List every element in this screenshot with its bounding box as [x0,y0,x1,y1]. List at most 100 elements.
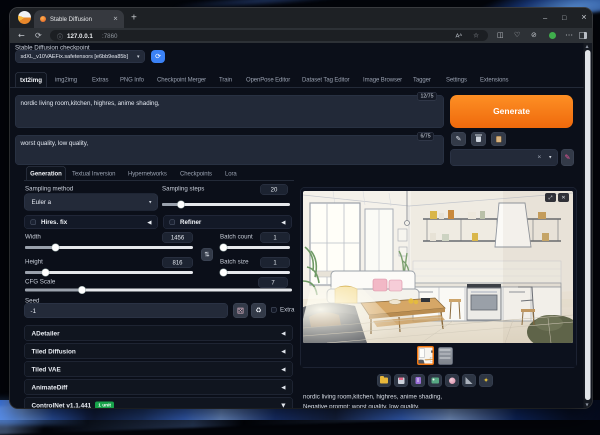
tab-png-info[interactable]: PNG Info [120,76,144,83]
address-bar[interactable]: ⓘ 127.0.0.1 :7860 Aᴬ ☆ [50,30,488,41]
prompt-textarea[interactable]: nordic living room,kitchen, highres, ani… [15,95,444,128]
refiner-toggle[interactable]: Refiner ◀ [163,215,292,229]
checkpoint-dropdown[interactable]: sdXL_v10VAEFix.safetensors [e6bb9ea85b] … [15,50,145,63]
image-icon [431,377,439,384]
site-info-icon[interactable]: ⓘ [57,32,63,41]
image-fullscreen-button[interactable]: ⤢ [545,193,556,202]
refiner-checkbox[interactable] [169,219,175,225]
sampling-method-value: Euler a [31,198,52,206]
favorite-icon[interactable]: ☆ [473,32,479,40]
browser-tab[interactable]: Stable Diffusion ✕ [34,10,124,28]
tab-txt2img[interactable]: txt2img [15,72,47,88]
tab-image-browser[interactable]: Image Browser [363,76,402,83]
clear-prompt-button[interactable] [471,132,486,146]
accordion-tiled-vae[interactable]: Tiled VAE ◀ [24,361,293,377]
accordion-animatediff[interactable]: AnimateDiff ◀ [24,379,293,395]
save-icon [397,377,405,384]
swap-dimensions-button[interactable]: ⇅ [201,248,213,261]
tab-settings[interactable]: Settings [446,76,467,83]
subtab-hypernetworks[interactable]: Hypernetworks [128,170,167,177]
extra-networks-button[interactable] [491,132,506,146]
tab-train[interactable]: Train [219,76,232,83]
width-slider[interactable] [25,244,193,251]
paste-params-button[interactable]: ✎ [451,132,466,146]
tab-close-icon[interactable]: ✕ [113,15,118,22]
tab-tagger[interactable]: Tagger [413,76,431,83]
sampling-steps-slider[interactable] [162,201,290,208]
send-to-img2img-button[interactable] [428,374,442,387]
tab-extras[interactable]: Extras [92,76,109,83]
image-close-button[interactable]: ✕ [558,193,569,202]
seed-extra-checkbox[interactable] [271,307,277,313]
result-caption-prompt: nordic living room,kitchen, highres, ani… [303,393,443,400]
refresh-icon[interactable]: ⟳ [35,31,42,40]
result-image[interactable]: ⤢ ✕ [303,191,573,343]
hires-fix-toggle[interactable]: Hires. fix ◀ [24,215,158,229]
page-scrollbar[interactable]: ▲ ▼ [583,43,592,408]
accordion-adetailer[interactable]: ADetailer ◀ [24,325,293,341]
subtab-checkpoints[interactable]: Checkpoints [180,170,212,177]
cfg-scale-input[interactable]: 7 [258,277,288,288]
gallery-thumbnail-selected[interactable] [417,346,434,365]
tab-openpose-editor[interactable]: OpenPose Editor [246,76,290,83]
width-input[interactable]: 1456 [162,232,193,243]
sidebar-toggle-icon[interactable] [579,32,587,39]
essentials-icon[interactable]: ♡ [514,32,520,39]
new-tab-button[interactable]: + [131,12,137,24]
gallery-actions: ✦ [377,374,493,387]
generate-button[interactable]: Generate [450,95,573,128]
seed-input[interactable]: -1 [24,303,228,318]
split-screen-icon[interactable]: ◫ [497,32,504,39]
accordion-controlnet[interactable]: ControlNet v1.1.441 1 unit ▼ [24,397,293,408]
window-maximize-button[interactable]: □ [562,14,566,21]
batch-count-input[interactable]: 1 [260,232,290,243]
hires-collapse-icon: ◀ [147,218,152,226]
accordion-arrow-icon: ◀ [281,383,286,391]
webui-page: Stable Diffusion checkpoint sdXL_v10VAEF… [10,43,592,408]
back-icon[interactable]: ← [18,31,25,40]
edit-styles-button[interactable]: ✎ [561,149,574,166]
send-to-extras-button[interactable] [462,374,476,387]
sampling-steps-input[interactable]: 20 [260,184,288,195]
cfg-scale-slider[interactable] [25,286,292,294]
scrollbar-down-icon[interactable]: ▼ [586,403,589,408]
more-menu-icon[interactable]: ⋯ [565,31,573,39]
subtab-lora[interactable]: Lora [225,170,237,177]
open-folder-button[interactable] [377,374,391,387]
tab-img2img[interactable]: img2img [55,76,77,83]
read-aloud-icon[interactable]: Aᴬ [456,32,463,39]
reuse-seed-button[interactable]: ♻ [251,303,266,318]
styles-clear-icon[interactable]: ✕ [537,155,541,161]
subtab-textual-inversion[interactable]: Textual Inversion [72,170,115,177]
window-minimize-button[interactable]: – [543,14,547,22]
tab-dataset-tag-editor[interactable]: Dataset Tag Editor [302,76,350,83]
hires-fix-checkbox[interactable] [30,219,36,225]
random-seed-button[interactable]: ⚄ [233,303,248,318]
scrollbar-up-icon[interactable]: ▲ [586,44,589,49]
height-input[interactable]: 816 [162,257,193,268]
profile-avatar[interactable] [18,11,31,24]
negative-prompt-textarea[interactable]: worst quality, low quality, [15,135,444,165]
tab-extensions[interactable]: Extensions [480,76,508,83]
grammar-extension-icon[interactable] [549,32,556,39]
upscale-button[interactable]: ✦ [479,374,493,387]
window-close-button[interactable]: ✕ [581,14,587,21]
subtab-generation[interactable]: Generation [26,166,66,181]
accordion-tiled-diffusion[interactable]: Tiled Diffusion ◀ [24,343,293,359]
blocker-extension-icon[interactable]: ⊘ [531,32,537,39]
send-to-inpaint-button[interactable] [445,374,459,387]
sampling-method-dropdown[interactable]: Euler a ▾ [24,193,158,211]
batch-count-slider[interactable] [220,244,290,251]
checkpoint-refresh-button[interactable]: ⟳ [151,50,165,63]
tab-checkpoint-merger[interactable]: Checkpoint Merger [157,76,206,83]
dice-icon: ⚄ [237,305,244,316]
scrollbar-thumb[interactable] [585,50,591,400]
height-slider[interactable] [25,269,193,276]
save-zip-button[interactable] [411,374,425,387]
gallery-thumbnail-2[interactable] [438,347,453,365]
batch-size-input[interactable]: 1 [260,257,290,268]
styles-dropdown[interactable]: ✕ ▾ [450,149,558,166]
save-image-button[interactable] [394,374,408,387]
accordion-arrow-icon: ◀ [281,347,286,355]
batch-size-slider[interactable] [220,269,290,276]
